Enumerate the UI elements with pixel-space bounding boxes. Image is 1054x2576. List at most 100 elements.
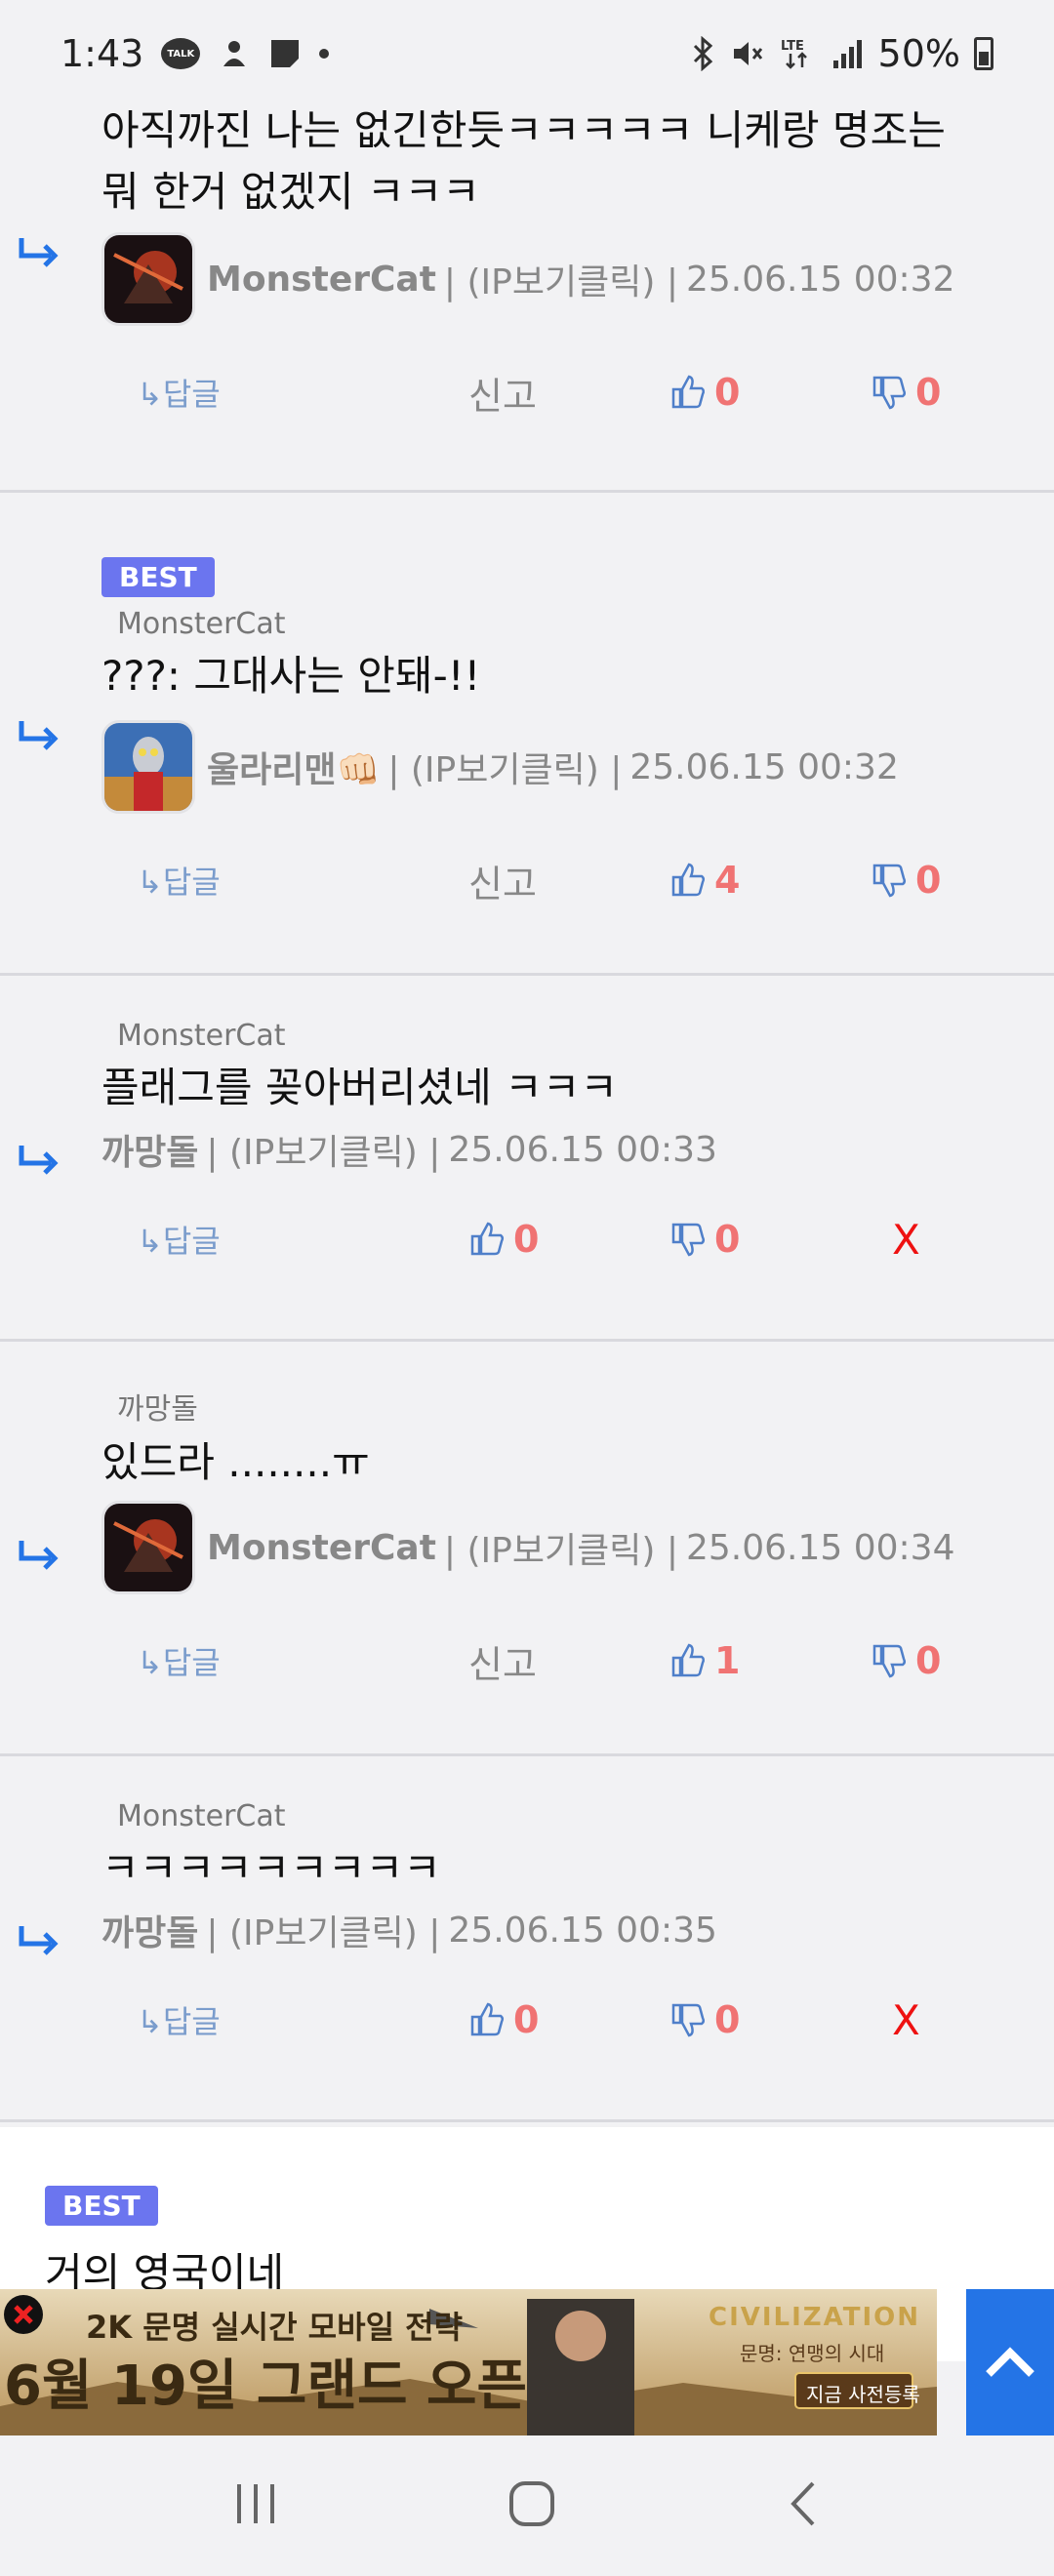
bluetooth-icon — [689, 36, 716, 71]
reply-target: MonsterCat — [117, 607, 286, 641]
author-name[interactable]: 까망돌 — [101, 1905, 198, 1955]
thumbs-down-icon — [671, 2003, 706, 2037]
comment-text: 아직까진 나는 없긴한듯ㅋㅋㅋㅋㅋ 니케랑 명조는 뭐 한거 없겠지 ㅋㅋㅋ — [101, 100, 1015, 222]
like-count: 0 — [513, 1218, 540, 1261]
dislike-count: 0 — [915, 859, 942, 902]
avatar[interactable] — [101, 720, 195, 814]
thumbs-down-icon — [872, 864, 907, 898]
comment-date: 25.06.15 00:34 — [685, 1527, 955, 1568]
delete-button[interactable]: X — [892, 1996, 920, 2044]
comment-text-line: ㅋㅋㅋㅋㅋㅋㅋㅋㅋ — [101, 1844, 441, 1892]
dislike-button[interactable]: 0 — [871, 1639, 941, 1682]
dislike-button[interactable]: 0 — [669, 1998, 740, 2041]
home-button[interactable] — [507, 2479, 556, 2532]
ip-view-link[interactable]: | (IP보기클릭) | — [387, 742, 622, 792]
battery-icon — [974, 37, 993, 70]
ad-brand: CIVILIZATION — [709, 2303, 921, 2332]
close-icon — [14, 2305, 33, 2324]
thumbs-up-icon — [671, 863, 706, 897]
reply-button[interactable]: ↳답글 — [137, 858, 221, 903]
back-button[interactable] — [784, 2479, 823, 2532]
thumbs-up-icon — [470, 1222, 505, 1256]
ad-close-button[interactable] — [4, 2295, 43, 2334]
ip-view-link[interactable]: | (IP보기클릭) | — [206, 1905, 440, 1955]
scroll-top-button[interactable] — [966, 2289, 1054, 2435]
like-button[interactable]: 0 — [669, 371, 740, 414]
ip-view-link[interactable]: | (IP보기클릭) | — [444, 1522, 678, 1573]
dislike-count: 0 — [915, 1639, 942, 1682]
report-button[interactable]: 신고 — [468, 366, 537, 420]
avatar[interactable] — [101, 232, 195, 326]
comment-text: 플래그를 꽂아버리셨네 ㅋㅋㅋ — [101, 1057, 1015, 1118]
reply-button[interactable]: ↳답글 — [137, 370, 221, 415]
system-nav-bar — [0, 2435, 1054, 2576]
ip-view-link[interactable]: | (IP보기클릭) | — [206, 1124, 440, 1175]
comment-text-line: 뭐 한거 없겠지 ㅋㅋㅋ — [101, 168, 480, 216]
comment-item: BEST MonsterCat ???: 그대사는 안돼-!! 울라리맨👊🏻 |… — [0, 493, 1054, 976]
comment-meta: MonsterCat | (IP보기클릭) | 25.06.15 00:34 — [101, 1501, 1015, 1594]
like-button[interactable]: 4 — [669, 859, 740, 902]
comment-text-line: 있드라 ........ㅠ — [101, 1438, 370, 1486]
dislike-button[interactable]: 0 — [871, 859, 941, 902]
best-badge: BEST — [101, 557, 215, 597]
reply-target: 까망돌 — [117, 1392, 198, 1427]
reply-button[interactable]: ↳답글 — [137, 1638, 221, 1683]
reply-button[interactable]: ↳답글 — [137, 1997, 221, 2042]
reply-button[interactable]: ↳답글 — [137, 1217, 221, 1262]
comment-meta: 까망돌 | (IP보기클릭) | 25.06.15 00:33 — [101, 1124, 1015, 1175]
author-name[interactable]: 까망돌 — [101, 1124, 198, 1175]
ad-title: 6월 19일 그랜드 오픈 — [4, 2355, 528, 2418]
thumbs-down-icon — [872, 376, 907, 410]
recent-apps-button[interactable] — [231, 2482, 280, 2529]
notification-icon — [218, 37, 251, 70]
back-icon — [790, 2481, 815, 2526]
like-count: 0 — [714, 371, 741, 414]
like-button[interactable]: 0 — [468, 1218, 539, 1261]
best-badge: BEST — [45, 2186, 158, 2226]
thumbs-down-icon — [872, 1644, 907, 1678]
dislike-button[interactable]: 0 — [669, 1218, 740, 1261]
reply-arrow-icon — [19, 1146, 59, 1175]
comment-item: 까망돌 있드라 ........ㅠ MonsterCat | (IP보기클릭) … — [0, 1342, 1054, 1756]
ad-brand-sub: 문명: 연맹의 시대 — [740, 2342, 885, 2365]
comment-actions: ↳답글 신고 1 0 — [101, 1622, 1015, 1700]
comment-actions: ↳답글 신고 0 0 — [101, 353, 1015, 431]
like-count: 0 — [513, 1998, 540, 2041]
kakaotalk-icon: TALK — [161, 38, 201, 69]
comment-meta: MonsterCat | (IP보기클릭) | 25.06.15 00:32 — [101, 232, 1015, 326]
home-icon — [508, 2481, 554, 2526]
ip-view-link[interactable]: | (IP보기클릭) | — [444, 254, 678, 304]
thumbs-down-icon — [671, 1223, 706, 1257]
reply-target: MonsterCat — [117, 1019, 286, 1053]
reply-arrow-icon — [19, 1926, 59, 1955]
comment-text-line: ???: 그대사는 안돼-!! — [101, 652, 481, 700]
comment-date: 25.06.15 00:33 — [448, 1129, 717, 1170]
dislike-button[interactable]: 0 — [871, 371, 941, 414]
like-button[interactable]: 1 — [669, 1639, 740, 1682]
delete-button[interactable]: X — [892, 1216, 920, 1264]
like-button[interactable]: 0 — [468, 1998, 539, 2041]
comment-item: 아직까진 나는 없긴한듯ㅋㅋㅋㅋㅋ 니케랑 명조는 뭐 한거 없겠지 ㅋㅋㅋ M… — [0, 98, 1054, 493]
author-name[interactable]: 울라리맨👊🏻 — [207, 742, 380, 792]
ad-banner[interactable]: 2K 문명 실시간 모바일 전략 6월 19일 그랜드 오픈 CIVILIZAT… — [0, 2289, 937, 2435]
app-notification-icon — [268, 37, 302, 70]
like-count: 1 — [714, 1639, 741, 1682]
author-name[interactable]: MonsterCat — [207, 260, 436, 300]
like-count: 4 — [714, 859, 741, 902]
comment-text-line: 아직까진 나는 없긴한듯ㅋㅋㅋㅋㅋ 니케랑 명조는 — [101, 106, 946, 154]
battery-percent: 50% — [877, 32, 960, 75]
comment-meta: 울라리맨👊🏻 | (IP보기클릭) | 25.06.15 00:32 — [101, 720, 1015, 814]
thumbs-up-icon — [671, 375, 706, 409]
dislike-count: 0 — [714, 1218, 741, 1261]
reply-arrow-icon — [19, 721, 59, 750]
reply-target: MonsterCat — [117, 1799, 286, 1833]
thumbs-up-icon — [671, 1643, 706, 1677]
comment-date: 25.06.15 00:32 — [685, 259, 955, 300]
ad-cta-button[interactable]: 지금 사전등록 — [806, 2379, 920, 2407]
avatar[interactable] — [101, 1501, 195, 1594]
author-name[interactable]: MonsterCat — [207, 1528, 436, 1568]
report-button[interactable]: 신고 — [468, 854, 537, 907]
recent-apps-icon — [236, 2484, 274, 2523]
thumbs-up-icon — [470, 2002, 505, 2036]
report-button[interactable]: 신고 — [468, 1634, 537, 1688]
